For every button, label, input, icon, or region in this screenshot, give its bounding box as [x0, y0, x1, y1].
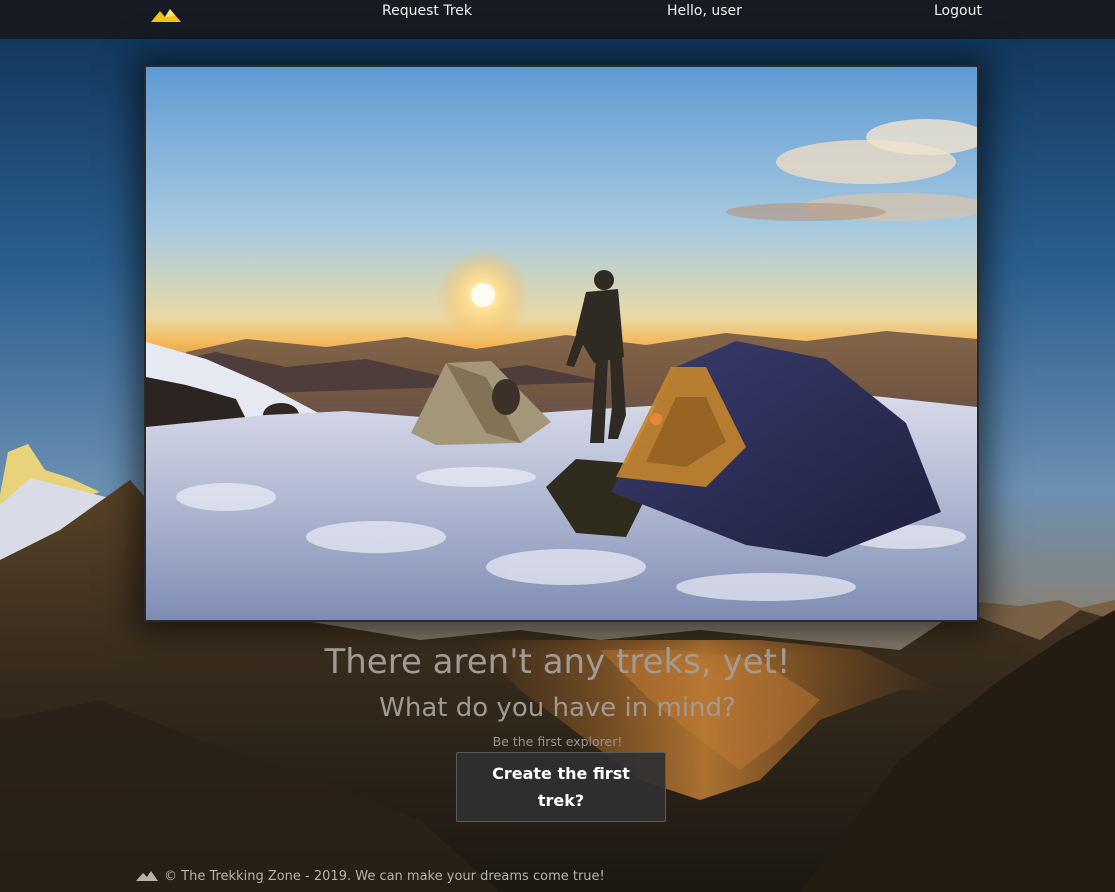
nav-request-trek-link[interactable]: Request Trek — [382, 3, 472, 19]
empty-state-note: Be the first explorer! — [492, 734, 623, 749]
footer: © The Trekking Zone - 2019. We can make … — [136, 866, 605, 886]
empty-state-title: There aren't any treks, yet! — [324, 642, 791, 682]
mountain-logo-icon[interactable] — [151, 7, 181, 22]
empty-state-subtitle: What do you have in mind? — [379, 693, 736, 723]
footer-copyright-text: © The Trekking Zone - 2019. We can make … — [164, 868, 605, 884]
nav-logout-link[interactable]: Logout — [934, 3, 982, 19]
create-first-trek-button[interactable]: Create the first trek? — [456, 752, 666, 822]
mountain-logo-icon — [136, 871, 158, 881]
hero-image-frame — [144, 65, 979, 622]
nav-greeting: Hello, user — [667, 3, 742, 19]
hero-photo — [146, 67, 977, 620]
top-navbar: Request Trek Hello, user Logout — [0, 0, 1115, 39]
